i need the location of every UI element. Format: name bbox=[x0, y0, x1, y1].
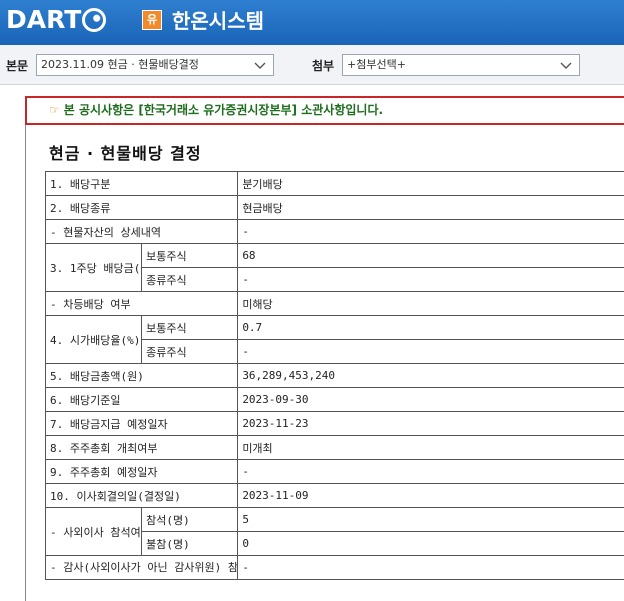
row-value: - bbox=[237, 339, 624, 364]
row-value: 2023-11-23 bbox=[237, 411, 624, 436]
table-row: 3. 1주당 배당금(원) 보통주식 68 bbox=[44, 243, 624, 292]
table-row: 5. 배당금총액(원) 36,289,453,240 bbox=[44, 363, 624, 388]
row-value: - bbox=[237, 555, 624, 580]
row-label: - 감사(사외이사가 아닌 감사위원) 참석여부 bbox=[44, 555, 239, 580]
document-title: 현금 · 현물배당 결정 bbox=[49, 144, 202, 163]
row-label: 4. 시가배당율(%) bbox=[44, 315, 143, 364]
table-row: 1. 배당구분 분기배당 bbox=[44, 171, 624, 196]
table-row: 2. 배당종류 현금배당 bbox=[44, 195, 624, 220]
row-value: 미개최 bbox=[237, 435, 624, 460]
table-row: 6. 배당기준일 2023-09-30 bbox=[44, 387, 624, 412]
row-sublabel: 종류주식 bbox=[141, 267, 239, 292]
main-doc-select-value: 2023.11.09 현금 · 현물배당결정 bbox=[41, 58, 199, 71]
market-badge: 유 bbox=[142, 10, 162, 30]
table-row: 10. 이사회결의일(결정일) 2023-11-09 bbox=[44, 483, 624, 508]
table-row: 7. 배당금지급 예정일자 2023-11-23 bbox=[44, 411, 624, 436]
row-value: 현금배당 bbox=[237, 195, 624, 220]
row-value: - bbox=[237, 219, 624, 244]
app-header: DART 유 한온시스템 bbox=[0, 0, 624, 45]
row-label: - 현물자산의 상세내역 bbox=[44, 219, 239, 244]
logo-text: DART bbox=[6, 5, 82, 34]
row-value: 5 bbox=[237, 507, 624, 532]
row-sublabel: 불참(명) bbox=[141, 531, 239, 556]
document-toolbar: 본문 2023.11.09 현금 · 현물배당결정 첨부 +첨부선택+ bbox=[0, 45, 624, 85]
row-value: - bbox=[237, 267, 624, 292]
row-label: - 사외이사 참석여부 bbox=[44, 507, 143, 556]
row-label: - 차등배당 여부 bbox=[44, 291, 239, 316]
dart-logo[interactable]: DART bbox=[6, 5, 107, 34]
row-value: - bbox=[237, 459, 624, 484]
row-label: 1. 배당구분 bbox=[44, 171, 239, 196]
row-value: 2023-11-09 bbox=[237, 483, 624, 508]
disclosure-content: ☞ 본 공시사항은 [한국거래소 유가증권시장본부] 소관사항입니다. 현금 · … bbox=[25, 96, 624, 601]
row-label: 3. 1주당 배당금(원) bbox=[44, 243, 143, 292]
row-label: 5. 배당금총액(원) bbox=[44, 363, 239, 388]
jurisdiction-notice: ☞ 본 공시사항은 [한국거래소 유가증권시장본부] 소관사항입니다. bbox=[25, 96, 624, 125]
row-label: 9. 주주총회 예정일자 bbox=[44, 459, 239, 484]
row-value: 0.7 bbox=[237, 315, 624, 340]
attachment-label: 첨부 bbox=[312, 59, 335, 73]
table-row: - 감사(사외이사가 아닌 감사위원) 참석여부 - bbox=[44, 555, 624, 580]
logo-ring-icon bbox=[82, 8, 107, 32]
row-value: 미해당 bbox=[237, 291, 624, 316]
row-sublabel: 보통주식 bbox=[141, 315, 239, 340]
chevron-down-icon bbox=[254, 62, 266, 69]
row-label: 7. 배당금지급 예정일자 bbox=[44, 411, 239, 436]
table-row: - 현물자산의 상세내역 - bbox=[44, 219, 624, 244]
table-row: - 차등배당 여부 미해당 bbox=[44, 291, 624, 316]
table-row: 8. 주주총회 개최여부 미개최 bbox=[44, 435, 624, 460]
row-value: 36,289,453,240 bbox=[237, 363, 624, 388]
table-row: 4. 시가배당율(%) 보통주식 0.7 bbox=[44, 315, 624, 364]
pointing-hand-icon: ☞ bbox=[49, 103, 60, 117]
main-doc-label: 본문 bbox=[6, 59, 29, 73]
row-value: 분기배당 bbox=[237, 171, 624, 196]
row-sublabel: 참석(명) bbox=[141, 507, 239, 532]
row-label: 2. 배당종류 bbox=[44, 195, 239, 220]
row-label: 8. 주주총회 개최여부 bbox=[44, 435, 239, 460]
content-border bbox=[25, 125, 26, 601]
row-value: 2023-09-30 bbox=[237, 387, 624, 412]
disclosure-table: 1. 배당구분 분기배당 2. 배당종류 현금배당 - 현물자산의 상세내역 -… bbox=[44, 171, 624, 580]
row-sublabel: 보통주식 bbox=[141, 243, 239, 268]
attachment-select[interactable]: +첨부선택+ bbox=[342, 54, 580, 76]
notice-text: 본 공시사항은 [한국거래소 유가증권시장본부] 소관사항입니다. bbox=[63, 103, 384, 117]
row-value: 0 bbox=[237, 531, 624, 556]
row-label: 6. 배당기준일 bbox=[44, 387, 239, 412]
chevron-down-icon bbox=[560, 62, 572, 69]
row-label: 10. 이사회결의일(결정일) bbox=[44, 483, 239, 508]
row-sublabel: 종류주식 bbox=[141, 339, 239, 364]
main-doc-select[interactable]: 2023.11.09 현금 · 현물배당결정 bbox=[36, 54, 274, 76]
table-row: 9. 주주총회 예정일자 - bbox=[44, 459, 624, 484]
attachment-select-value: +첨부선택+ bbox=[347, 58, 406, 71]
table-row: - 사외이사 참석여부 참석(명) 5 bbox=[44, 507, 624, 556]
company-name: 한온시스템 bbox=[172, 9, 264, 33]
row-value: 68 bbox=[237, 243, 624, 268]
